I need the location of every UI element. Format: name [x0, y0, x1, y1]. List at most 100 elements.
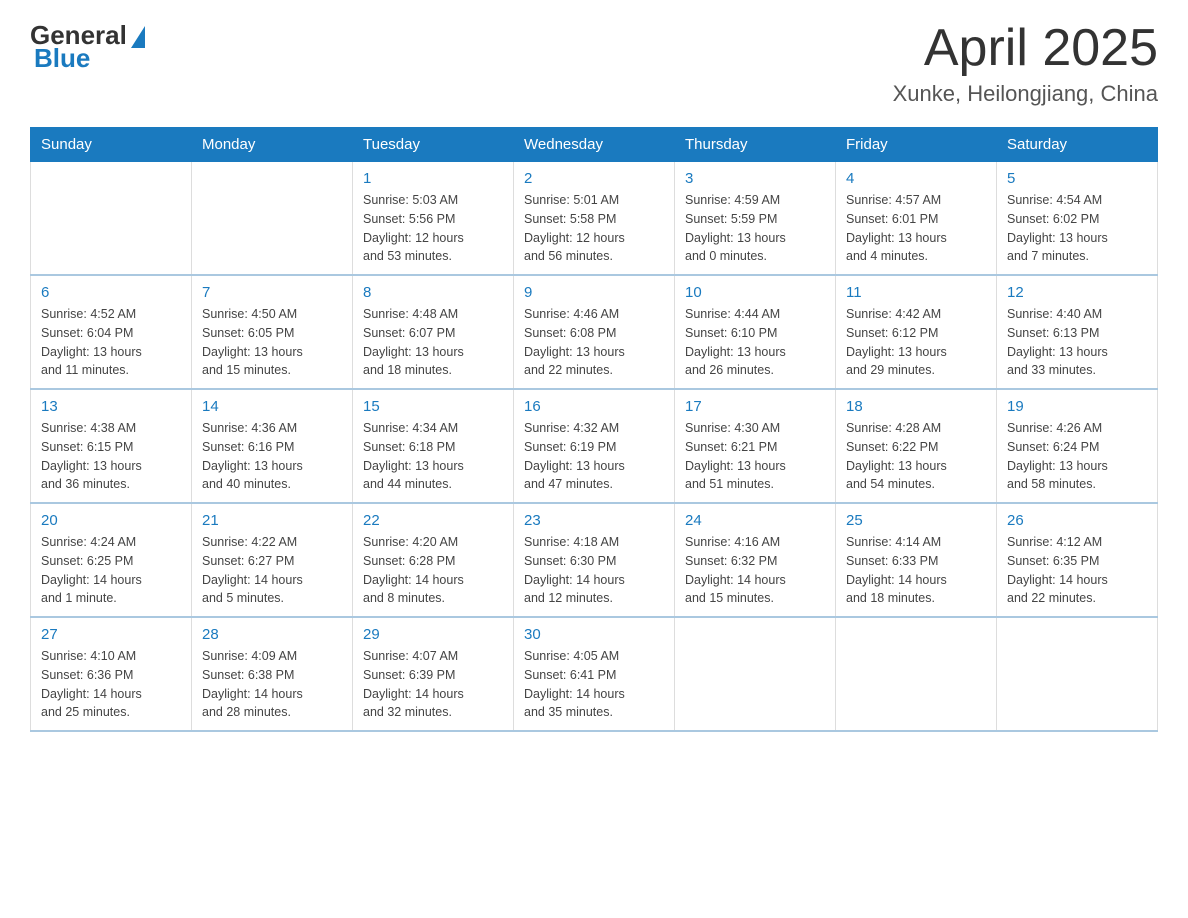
calendar-cell: 19Sunrise: 4:26 AM Sunset: 6:24 PM Dayli… — [997, 389, 1158, 503]
calendar-cell — [997, 617, 1158, 731]
calendar-cell: 10Sunrise: 4:44 AM Sunset: 6:10 PM Dayli… — [675, 275, 836, 389]
day-info: Sunrise: 4:24 AM Sunset: 6:25 PM Dayligh… — [41, 533, 181, 608]
day-number: 23 — [524, 512, 664, 529]
calendar-week-row: 20Sunrise: 4:24 AM Sunset: 6:25 PM Dayli… — [31, 503, 1158, 617]
day-number: 8 — [363, 284, 503, 301]
day-info: Sunrise: 4:42 AM Sunset: 6:12 PM Dayligh… — [846, 305, 986, 380]
day-number: 15 — [363, 398, 503, 415]
calendar-cell: 23 Sunrise: 4:18 AM Sunset: 6:30 PM Dayli… — [514, 503, 675, 617]
calendar-cell: 5 Sunrise: 4:54 AM Sunset: 6:02 PM Daylig… — [997, 162, 1158, 276]
day-info: Sunrise: 4:28 AM Sunset: 6:22 PM Dayligh… — [846, 419, 986, 494]
day-number: 16 — [524, 398, 664, 415]
calendar-week-row: 13Sunrise: 4:38 AM Sunset: 6:15 PM Dayli… — [31, 389, 1158, 503]
day-info: Sunrise: 4:22 AM Sunset: 6:27 PM Dayligh… — [202, 533, 342, 608]
day-info: Sunrise: 5:01 AM Sunset: 5:58 PM Dayligh… — [524, 191, 664, 266]
day-info: Sunrise: 4:07 AM Sunset: 6:39 PM Dayligh… — [363, 647, 503, 722]
calendar-cell: 17 Sunrise: 4:30 AM Sunset: 6:21 PM Dayli… — [675, 389, 836, 503]
page-header: General Blue April 2025 Xunke, Heilongji… — [30, 20, 1158, 107]
day-info: Sunrise: 4:36 AM Sunset: 6:16 PM Dayligh… — [202, 419, 342, 494]
calendar-cell: 16Sunrise: 4:32 AM Sunset: 6:19 PM Dayli… — [514, 389, 675, 503]
day-number: 30 — [524, 626, 664, 643]
day-info: Sunrise: 5:03 AM Sunset: 5:56 PM Dayligh… — [363, 191, 503, 266]
calendar-cell: 20Sunrise: 4:24 AM Sunset: 6:25 PM Dayli… — [31, 503, 192, 617]
day-info: Sunrise: 4:48 AM Sunset: 6:07 PM Dayligh… — [363, 305, 503, 380]
calendar-cell: 28 Sunrise: 4:09 AM Sunset: 6:38 PM Dayli… — [192, 617, 353, 731]
calendar-cell — [192, 162, 353, 276]
day-info: Sunrise: 4:57 AM Sunset: 6:01 PM Dayligh… — [846, 191, 986, 266]
weekday-header-thursday: Thursday — [675, 128, 836, 162]
day-number: 26 — [1007, 512, 1147, 529]
weekday-header-saturday: Saturday — [997, 128, 1158, 162]
location-title: Xunke, Heilongjiang, China — [893, 81, 1158, 107]
day-info: Sunrise: 4:20 AM Sunset: 6:28 PM Dayligh… — [363, 533, 503, 608]
logo: General Blue — [30, 20, 145, 74]
day-info: Sunrise: 4:38 AM Sunset: 6:15 PM Dayligh… — [41, 419, 181, 494]
calendar-cell: 8 Sunrise: 4:48 AM Sunset: 6:07 PM Daylig… — [353, 275, 514, 389]
calendar-cell — [836, 617, 997, 731]
logo-triangle-icon — [131, 26, 145, 48]
day-number: 9 — [524, 284, 664, 301]
calendar-week-row: 1 Sunrise: 5:03 AM Sunset: 5:56 PM Daylig… — [31, 162, 1158, 276]
day-number: 6 — [41, 284, 181, 301]
weekday-header-monday: Monday — [192, 128, 353, 162]
day-number: 27 — [41, 626, 181, 643]
calendar-cell: 2 Sunrise: 5:01 AM Sunset: 5:58 PM Daylig… — [514, 162, 675, 276]
day-info: Sunrise: 4:50 AM Sunset: 6:05 PM Dayligh… — [202, 305, 342, 380]
weekday-header-friday: Friday — [836, 128, 997, 162]
day-info: Sunrise: 4:12 AM Sunset: 6:35 PM Dayligh… — [1007, 533, 1147, 608]
day-number: 4 — [846, 170, 986, 187]
day-info: Sunrise: 4:09 AM Sunset: 6:38 PM Dayligh… — [202, 647, 342, 722]
day-number: 12 — [1007, 284, 1147, 301]
day-info: Sunrise: 4:52 AM Sunset: 6:04 PM Dayligh… — [41, 305, 181, 380]
calendar-cell: 15 Sunrise: 4:34 AM Sunset: 6:18 PM Dayli… — [353, 389, 514, 503]
day-info: Sunrise: 4:30 AM Sunset: 6:21 PM Dayligh… — [685, 419, 825, 494]
calendar-cell: 1 Sunrise: 5:03 AM Sunset: 5:56 PM Daylig… — [353, 162, 514, 276]
calendar-cell: 4 Sunrise: 4:57 AM Sunset: 6:01 PM Daylig… — [836, 162, 997, 276]
calendar-cell: 21 Sunrise: 4:22 AM Sunset: 6:27 PM Dayli… — [192, 503, 353, 617]
day-number: 25 — [846, 512, 986, 529]
calendar-cell: 29 Sunrise: 4:07 AM Sunset: 6:39 PM Dayli… — [353, 617, 514, 731]
weekday-header-wednesday: Wednesday — [514, 128, 675, 162]
day-number: 22 — [363, 512, 503, 529]
day-info: Sunrise: 4:18 AM Sunset: 6:30 PM Dayligh… — [524, 533, 664, 608]
calendar-header-row: SundayMondayTuesdayWednesdayThursdayFrid… — [31, 128, 1158, 162]
calendar-cell: 12 Sunrise: 4:40 AM Sunset: 6:13 PM Dayli… — [997, 275, 1158, 389]
day-number: 1 — [363, 170, 503, 187]
day-number: 21 — [202, 512, 342, 529]
calendar-table: SundayMondayTuesdayWednesdayThursdayFrid… — [30, 127, 1158, 732]
day-number: 29 — [363, 626, 503, 643]
day-info: Sunrise: 4:40 AM Sunset: 6:13 PM Dayligh… — [1007, 305, 1147, 380]
calendar-cell: 27Sunrise: 4:10 AM Sunset: 6:36 PM Dayli… — [31, 617, 192, 731]
title-section: April 2025 Xunke, Heilongjiang, China — [893, 20, 1158, 107]
calendar-cell: 6 Sunrise: 4:52 AM Sunset: 6:04 PM Daylig… — [31, 275, 192, 389]
calendar-cell: 24 Sunrise: 4:16 AM Sunset: 6:32 PM Dayli… — [675, 503, 836, 617]
day-info: Sunrise: 4:59 AM Sunset: 5:59 PM Dayligh… — [685, 191, 825, 266]
day-number: 18 — [846, 398, 986, 415]
day-number: 14 — [202, 398, 342, 415]
calendar-cell: 11Sunrise: 4:42 AM Sunset: 6:12 PM Dayli… — [836, 275, 997, 389]
day-number: 2 — [524, 170, 664, 187]
day-info: Sunrise: 4:34 AM Sunset: 6:18 PM Dayligh… — [363, 419, 503, 494]
day-info: Sunrise: 4:16 AM Sunset: 6:32 PM Dayligh… — [685, 533, 825, 608]
day-number: 3 — [685, 170, 825, 187]
day-info: Sunrise: 4:26 AM Sunset: 6:24 PM Dayligh… — [1007, 419, 1147, 494]
day-info: Sunrise: 4:05 AM Sunset: 6:41 PM Dayligh… — [524, 647, 664, 722]
day-number: 5 — [1007, 170, 1147, 187]
day-number: 24 — [685, 512, 825, 529]
calendar-cell: 7Sunrise: 4:50 AM Sunset: 6:05 PM Daylig… — [192, 275, 353, 389]
calendar-cell: 18 Sunrise: 4:28 AM Sunset: 6:22 PM Dayli… — [836, 389, 997, 503]
month-title: April 2025 — [893, 20, 1158, 77]
calendar-cell: 9 Sunrise: 4:46 AM Sunset: 6:08 PM Daylig… — [514, 275, 675, 389]
day-number: 28 — [202, 626, 342, 643]
calendar-cell: 25Sunrise: 4:14 AM Sunset: 6:33 PM Dayli… — [836, 503, 997, 617]
calendar-cell: 26 Sunrise: 4:12 AM Sunset: 6:35 PM Dayli… — [997, 503, 1158, 617]
day-info: Sunrise: 4:54 AM Sunset: 6:02 PM Dayligh… — [1007, 191, 1147, 266]
calendar-cell: 3 Sunrise: 4:59 AM Sunset: 5:59 PM Daylig… — [675, 162, 836, 276]
day-number: 10 — [685, 284, 825, 301]
calendar-cell: 13Sunrise: 4:38 AM Sunset: 6:15 PM Dayli… — [31, 389, 192, 503]
day-number: 17 — [685, 398, 825, 415]
logo-blue-text: Blue — [34, 43, 90, 74]
calendar-cell — [31, 162, 192, 276]
day-info: Sunrise: 4:46 AM Sunset: 6:08 PM Dayligh… — [524, 305, 664, 380]
weekday-header-sunday: Sunday — [31, 128, 192, 162]
